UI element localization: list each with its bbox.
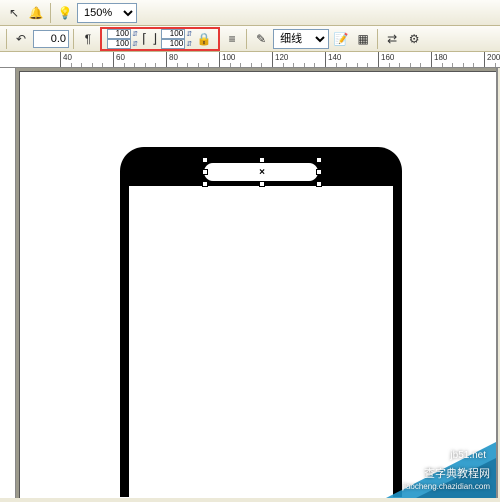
ruler-tick: 80 (166, 52, 167, 68)
pen-icon[interactable]: ✎ (251, 29, 271, 49)
selection-center-icon[interactable]: × (257, 167, 267, 177)
ruler-tick: 100 (219, 52, 220, 68)
gear-icon[interactable]: ⚙ (404, 29, 424, 49)
spinner-icon[interactable]: ⇵ (131, 29, 139, 39)
ruler-tick-label: 160 (381, 53, 394, 62)
grid-icon[interactable]: ▦ (353, 29, 373, 49)
phone-frame (120, 147, 402, 497)
canvas-area[interactable]: × (16, 68, 496, 498)
phone-shape[interactable] (120, 147, 402, 497)
outline-width-select[interactable]: 细线 (273, 29, 329, 49)
ruler-tick: 60 (113, 52, 114, 68)
workspace: × jb51.net 查字典教程网 jiaocheng.chazidian.co… (0, 68, 498, 498)
toolbar-options: ↶ ¶ ⇵ ⇵ ⌈ ⌋ ⇵ ⇵ 🔒 ≡ ✎ 细线 📝 ▦ ⇄ ⚙ (0, 26, 500, 52)
align-icon[interactable]: ≡ (222, 29, 242, 49)
bulb-icon[interactable]: 💡 (55, 3, 75, 23)
separator (6, 29, 7, 49)
bracket-right-icon: ⌋ (150, 31, 159, 47)
edit-icon[interactable]: 📝 (331, 29, 351, 49)
selection-bounding-box[interactable]: × (205, 160, 319, 184)
separator (246, 29, 247, 49)
handle-mid-right[interactable] (316, 169, 322, 175)
bell-icon[interactable]: 🔔 (26, 3, 46, 23)
handle-mid-left[interactable] (202, 169, 208, 175)
ruler-tick: 180 (431, 52, 432, 68)
handle-bottom-right[interactable] (316, 181, 322, 187)
separator (377, 29, 378, 49)
lock-aspect-icon[interactable]: 🔒 (194, 29, 214, 49)
scale-v2-input[interactable] (161, 39, 185, 49)
spinner-icon[interactable]: ⇵ (131, 39, 139, 49)
spinner-icon[interactable]: ⇵ (185, 39, 193, 49)
scale-controls-highlight: ⇵ ⇵ ⌈ ⌋ ⇵ ⇵ 🔒 (100, 27, 220, 51)
swap-icon[interactable]: ⇄ (382, 29, 402, 49)
ruler-tick-label: 100 (222, 53, 235, 62)
ruler-tick: 160 (378, 52, 379, 68)
rotation-input[interactable] (33, 30, 69, 48)
ruler-tick: 120 (272, 52, 273, 68)
ruler-tick: 40 (60, 52, 61, 68)
handle-bottom-left[interactable] (202, 181, 208, 187)
undo-icon[interactable]: ↶ (11, 29, 31, 49)
scale-v-group: ⇵ ⇵ (161, 29, 193, 49)
ruler-tick-label: 80 (169, 53, 178, 62)
ruler-tick-label: 180 (434, 53, 447, 62)
ruler-tick-label: 200 (487, 53, 500, 62)
handle-top-center[interactable] (259, 157, 265, 163)
toolbar-top: ↖ 🔔 💡 150% (0, 0, 500, 26)
zoom-select[interactable]: 150% (77, 3, 137, 23)
paragraph-icon[interactable]: ¶ (78, 29, 98, 49)
ruler-tick: 200 (484, 52, 485, 68)
bracket-left-icon: ⌈ (140, 31, 149, 47)
ruler-tick: 140 (325, 52, 326, 68)
ruler-tick-label: 40 (63, 53, 72, 62)
watermark-flag-inner (416, 458, 496, 498)
scale-h1-input[interactable] (107, 29, 131, 39)
spinner-icon[interactable]: ⇵ (185, 29, 193, 39)
pointer-tool-icon[interactable]: ↖ (4, 3, 24, 23)
scale-h2-input[interactable] (107, 39, 131, 49)
separator (50, 3, 51, 23)
ruler-tick-label: 140 (328, 53, 341, 62)
handle-bottom-center[interactable] (259, 181, 265, 187)
handle-top-left[interactable] (202, 157, 208, 163)
ruler-tick-label: 120 (275, 53, 288, 62)
separator (73, 29, 74, 49)
page[interactable]: × (19, 71, 496, 498)
handle-top-right[interactable] (316, 157, 322, 163)
scale-v1-input[interactable] (161, 29, 185, 39)
ruler-vertical[interactable] (0, 68, 16, 498)
ruler-tick-label: 60 (116, 53, 125, 62)
ruler-horizontal[interactable]: 40 60 80 100 120 140 160 180 200 (0, 52, 500, 68)
scale-h-group: ⇵ ⇵ (107, 29, 139, 49)
